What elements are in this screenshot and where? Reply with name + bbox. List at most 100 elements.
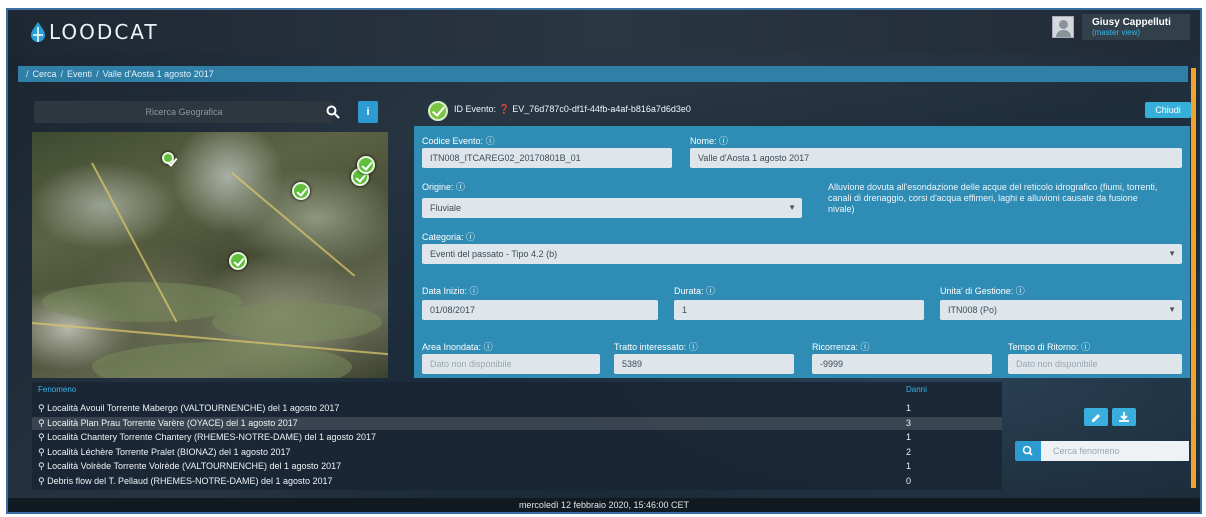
fenomeno-name: ⚲ Località Plan Prau Torrente Varère (OY…	[38, 417, 298, 430]
fenomeno-text: Località Volrède Torrente Volrède (VALTO…	[47, 461, 342, 471]
help-icon: ⓘ	[466, 232, 476, 242]
breadcrumb-cerca[interactable]: Cerca	[33, 69, 57, 79]
fenomeno-text: Debris flow del T. Pellaud (RHEMES-NOTRE…	[47, 475, 333, 486]
download-button[interactable]	[1112, 408, 1136, 426]
info-button[interactable]: i	[358, 101, 378, 123]
pencil-icon	[1092, 414, 1100, 422]
fenomeno-text: Località Léchère Torrente Pralet (BIONAZ…	[47, 446, 291, 457]
fenomeno-name: ⚲ Località Volrède Torrente Volrède (VAL…	[38, 460, 341, 473]
map-view[interactable]	[32, 132, 388, 378]
user-menu[interactable]: Giusy Cappelluti (master view)	[1052, 14, 1190, 40]
nome-label: Nome: ⓘ	[690, 136, 729, 146]
tratto-field[interactable]: 5389	[614, 354, 794, 374]
location-pin-icon: ⚲	[38, 417, 48, 428]
help-icon: ⓘ	[1015, 286, 1025, 296]
location-pin-icon: ⚲	[38, 475, 48, 486]
table-row[interactable]: ⚲ Località Plan Prau Torrente Varère (OY…	[32, 416, 1002, 430]
unita-gestione-select[interactable]: ITN008 (Po) ▼	[940, 300, 1182, 320]
geo-search-input[interactable]: Ricerca Geografica	[34, 101, 334, 123]
fenomeno-name: ⚲ Debris flow del T. Pellaud (RHEMES-NOT…	[38, 475, 333, 488]
breadcrumb-current: Valle d'Aosta 1 agosto 2017	[102, 69, 214, 79]
logo-text: LOODCAT	[49, 20, 159, 44]
event-id-label: ID Evento:	[454, 104, 497, 114]
help-icon: ⓘ	[688, 342, 698, 352]
location-pin-icon: ⚲	[38, 461, 48, 471]
drop-icon	[31, 22, 45, 42]
event-form: Codice Evento: ⓘ ITN008_ITCAREG02_201708…	[414, 126, 1190, 378]
fenomeno-text: Località Plan Prau Torrente Varère (OYAC…	[47, 417, 298, 428]
event-id: ID Evento: ❓ EV_76d787c0-df1f-44fb-a4af-…	[454, 104, 691, 115]
fenomeno-text: Località Avouil Torrente Mabergo (VALTOU…	[47, 403, 340, 413]
app-window: LOODCAT Giusy Cappelluti (master view) /…	[6, 8, 1202, 514]
table-row[interactable]: ⚲ Località Chantery Torrente Chantery (R…	[32, 431, 1002, 444]
chevron-down-icon: ▼	[1168, 249, 1176, 258]
search-fenomeno-input[interactable]: Cerca fenomeno	[1041, 441, 1189, 461]
column-header-danni[interactable]: Danni	[906, 385, 927, 394]
user-panel: Giusy Cappelluti (master view)	[1082, 14, 1190, 40]
durata-label: Durata: ⓘ	[674, 286, 716, 296]
area-inondata-field[interactable]: Dato non disponibile	[422, 354, 600, 374]
status-bar: mercoledì 12 febbraio 2020, 15:46:00 CET	[8, 498, 1200, 512]
area-inondata-label: Area Inondata: ⓘ	[422, 342, 493, 352]
fenomeno-name: ⚲ Località Avouil Torrente Mabergo (VALT…	[38, 402, 339, 415]
table-row[interactable]: ⚲ Località Volrède Torrente Volrède (VAL…	[32, 460, 1002, 473]
table-row[interactable]: ⚲ Località Avouil Torrente Mabergo (VALT…	[32, 402, 1002, 415]
fenomeno-name: ⚲ Località Chantery Torrente Chantery (R…	[38, 431, 376, 444]
categoria-label: Categoria: ⓘ	[422, 232, 476, 242]
ricorrenza-field[interactable]: -9999	[812, 354, 992, 374]
nome-field[interactable]: Valle d'Aosta 1 agosto 2017	[690, 148, 1182, 168]
codice-field[interactable]: ITN008_ITCAREG02_20170801B_01	[422, 148, 672, 168]
categoria-select[interactable]: Eventi del passato - Tipo 4.2 (b) ▼	[422, 244, 1182, 264]
validated-check-icon	[428, 101, 448, 121]
tempo-ritorno-label: Tempo di Ritorno: ⓘ	[1008, 342, 1091, 352]
event-marker[interactable]	[292, 182, 310, 200]
event-id-value: EV_76d787c0-df1f-44fb-a4af-b816a7d6d3e0	[512, 104, 691, 114]
origine-select[interactable]: Fluviale ▼	[422, 198, 802, 218]
help-icon[interactable]: ❓	[499, 104, 510, 114]
fenomeno-name: ⚲ Località Léchère Torrente Pralet (BION…	[38, 446, 291, 459]
danni-count: 1	[906, 432, 912, 442]
avatar	[1052, 16, 1074, 38]
location-pin-icon: ⚲	[38, 446, 48, 457]
help-icon: ⓘ	[485, 136, 495, 146]
table-row[interactable]: ⚲ Località Léchère Torrente Pralet (BION…	[32, 446, 1002, 459]
danni-count: 2	[906, 446, 912, 457]
user-role[interactable]: (master view)	[1092, 28, 1180, 37]
location-pin-icon: ⚲	[38, 432, 48, 442]
danni-count: 1	[906, 461, 912, 471]
tempo-ritorno-field[interactable]: Dato non disponibile	[1008, 354, 1182, 374]
table-row[interactable]: ⚲ Debris flow del T. Pellaud (RHEMES-NOT…	[32, 475, 1002, 488]
logo[interactable]: LOODCAT	[30, 20, 159, 44]
edit-button[interactable]	[1084, 408, 1108, 426]
user-name: Giusy Cappelluti	[1092, 17, 1171, 28]
ricorrenza-label: Ricorrenza: ⓘ	[812, 342, 870, 352]
help-icon: ⓘ	[706, 286, 716, 296]
help-icon: ⓘ	[483, 342, 493, 352]
danni-count: 3	[906, 417, 912, 428]
search-fenomeno-button[interactable]	[1015, 441, 1041, 461]
top-bar: LOODCAT Giusy Cappelluti (master view)	[8, 10, 1200, 54]
help-icon: ⓘ	[719, 136, 729, 146]
breadcrumb: / Cerca / Eventi / Valle d'Aosta 1 agost…	[18, 66, 1188, 82]
help-icon: ⓘ	[1081, 342, 1091, 352]
durata-field[interactable]: 1	[674, 300, 924, 320]
data-inizio-field[interactable]: 01/08/2017	[422, 300, 658, 320]
unita-gestione-label: Unita' di Gestione: ⓘ	[940, 286, 1025, 296]
chevron-down-icon: ▼	[788, 203, 796, 212]
column-header-fenomeno[interactable]: Fenomeno	[38, 385, 76, 394]
close-button[interactable]: Chiudi	[1145, 102, 1191, 118]
side-accent-bar	[1191, 68, 1196, 488]
phenomena-table: Fenomeno Danni ⚲ Località Avouil Torrent…	[32, 382, 1002, 490]
event-marker[interactable]	[229, 252, 247, 270]
danni-count: 0	[906, 475, 912, 486]
location-pin-icon: ⚲	[38, 403, 48, 413]
fenomeno-text: Località Chantery Torrente Chantery (RHE…	[47, 432, 377, 442]
data-inizio-label: Data Inizio: ⓘ	[422, 286, 479, 296]
origine-description: Alluvione dovuta all'esondazione delle a…	[828, 182, 1158, 214]
search-icon[interactable]	[326, 105, 340, 119]
help-icon: ⓘ	[469, 286, 479, 296]
breadcrumb-eventi[interactable]: Eventi	[67, 69, 92, 79]
event-marker[interactable]	[357, 156, 375, 174]
help-icon: ⓘ	[456, 182, 466, 192]
event-marker[interactable]	[162, 152, 174, 164]
